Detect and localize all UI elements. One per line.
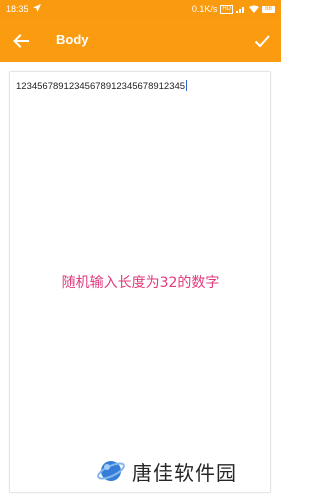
watermark-text: 唐佳软件园 bbox=[132, 460, 237, 485]
navigation-arrow-icon bbox=[33, 4, 41, 12]
text-cursor bbox=[186, 80, 188, 91]
network-speed: 0.1K/s bbox=[191, 4, 218, 14]
body-input-text: 12345678912345678912345678912345 bbox=[16, 81, 186, 92]
overlay-caption: 随机输入长度为32的数字 bbox=[61, 275, 220, 291]
app-bar: Body bbox=[0, 20, 281, 62]
check-icon[interactable] bbox=[253, 32, 271, 50]
signal-icon bbox=[236, 7, 244, 13]
wifi-icon bbox=[249, 5, 259, 13]
status-bar: 18:35 0.1K/s HD 88 bbox=[0, 0, 281, 20]
page-title: Body bbox=[56, 32, 89, 47]
watermark-logo-icon bbox=[97, 461, 125, 481]
status-time: 18:35 bbox=[6, 4, 29, 14]
arrow-left-icon[interactable] bbox=[12, 32, 30, 50]
battery-icon: 88 bbox=[262, 5, 275, 13]
hd-badge: HD bbox=[220, 4, 233, 14]
body-input[interactable]: 12345678912345678912345678912345 bbox=[16, 80, 188, 92]
watermark: 唐佳软件园 bbox=[96, 456, 237, 486]
status-indicators: 0.1K/s HD 88 bbox=[192, 4, 275, 14]
